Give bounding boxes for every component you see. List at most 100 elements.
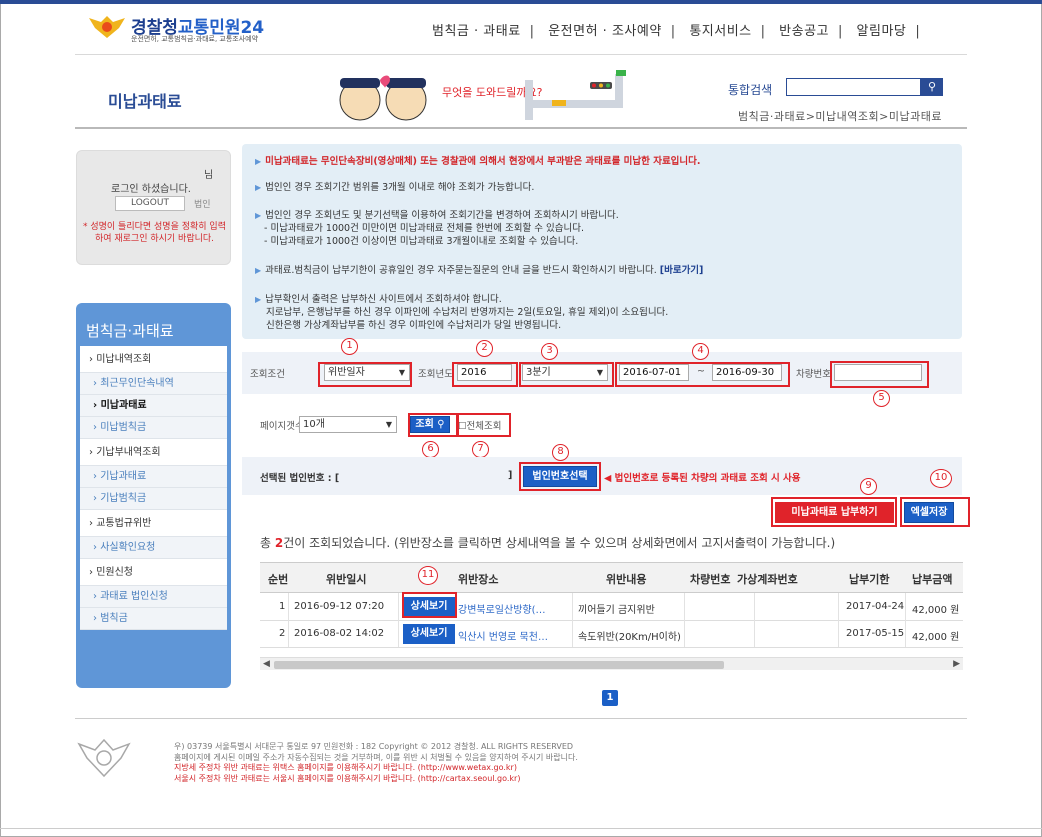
mascot-illustration-icon: 무엇을 도와드릴까요? xyxy=(339,70,626,121)
highlight-box xyxy=(615,362,790,387)
column-header: 차량번호 xyxy=(690,573,731,586)
search-label: 통합검색 xyxy=(728,83,773,97)
result-summary: 총 2건이 조회되었습니다. (위반장소를 클릭하면 상세내역을 볼 수 있으며… xyxy=(260,536,836,550)
footer-email-policy: 홈페이지에 게시된 이메일 주소가 자동수집되는 것을 거부하며, 이를 위반 … xyxy=(174,752,578,762)
lnb-item-unpaid-fines[interactable]: › 미납과태료 xyxy=(80,395,227,417)
table-header: 순번 위반일시 위반장소 위반내용 차량번호 가상계좌번호 납부기한 납부금액 xyxy=(260,563,963,593)
gnb-fines[interactable]: 범칙금 · 과태료 xyxy=(432,24,521,39)
chevron-down-icon: ▼ xyxy=(385,420,392,429)
login-message: 로그인 하셨습니다. xyxy=(111,184,191,195)
column-divider xyxy=(838,593,839,647)
paging-row: 페이지갯수 10개 ▼ 조회 ⚲ ☐전체조회 xyxy=(242,410,962,440)
left-nav: 범칙금·과태료 › 미납내역조회 › 최근무인단속내역 › 미납과태료 › 미납… xyxy=(76,303,231,688)
highlight-box xyxy=(452,362,518,387)
gnb-license[interactable]: 운전면허 · 조사예약 xyxy=(548,24,662,39)
corp-number-note: ◀ 법인번호로 등록된 차량의 과태료 조회 시 사용 xyxy=(604,473,801,484)
lnb-item-unpaid-inquiry[interactable]: › 미납내역조회 xyxy=(80,346,227,373)
lnb-item-violations[interactable]: › 교통법규위반 xyxy=(80,510,227,537)
column-header: 위반장소 xyxy=(458,573,499,586)
payment-amount: 42,000 원 xyxy=(912,605,960,616)
corp-number-close: ] xyxy=(508,470,513,481)
marker-2: 2 xyxy=(476,340,493,357)
marker-9: 9 xyxy=(860,478,877,495)
notice-box: ▶ 미납과태료는 무인단속장비(영상매체) 또는 경찰관에 의해서 현장에서 부과… xyxy=(242,144,962,339)
marker-7: 7 xyxy=(472,441,489,458)
lnb-item-fact-check[interactable]: › 사실확인요청 xyxy=(80,537,227,559)
table-row: 2 2016-08-02 14:02 상세보기 익산시 번영로 묵천… 속도위반… xyxy=(260,621,963,648)
horizontal-scrollbar[interactable]: ◀ ▶ xyxy=(260,657,963,670)
logout-button[interactable]: LOGOUT xyxy=(115,196,185,211)
violation-place-link[interactable]: 익산시 번영로 묵천… xyxy=(458,628,568,643)
breadcrumb: 범칙금·과태료>미납내역조회>미납과태료 xyxy=(738,110,942,123)
footer-wetax-notice: 지방세 주정차 위반 과태료는 위택스 홈페이지를 이용해주시기 바랍니다. (… xyxy=(174,763,517,772)
column-header: 가상계좌번호 xyxy=(737,573,798,586)
left-nav-title: 범칙금·과태료 xyxy=(86,322,174,340)
marker-10: 10 xyxy=(930,469,952,488)
page-count-label: 페이지갯수 xyxy=(260,421,304,432)
search-button[interactable]: ⚲ xyxy=(921,78,943,96)
left-nav-list: › 미납내역조회 › 최근무인단속내역 › 미납과태료 › 미납범칙금 › 기납… xyxy=(80,346,227,630)
due-date: 2017-05-15 xyxy=(846,628,905,639)
column-divider xyxy=(905,593,906,647)
highlight-box xyxy=(519,462,601,491)
column-header: 위반일시 xyxy=(326,573,367,586)
site-logo[interactable]: 경찰청교통민원24 운전면허, 교통범칙금·과태료, 교통조사예약 xyxy=(87,12,287,46)
search-input[interactable] xyxy=(786,78,921,96)
page-1-button[interactable]: 1 xyxy=(602,690,618,706)
notice-line: - 미납과태료가 1000건 이상이면 미납과태료 3개월이내로 조회할 수 있… xyxy=(264,236,579,247)
login-warning: * 성명이 틀리다면 성명을 정확히 입력하여 재로그인 하시기 바랍니다. xyxy=(82,222,226,244)
lnb-item-unpaid-penalty[interactable]: › 미납범칙금 xyxy=(80,417,227,439)
header-divider xyxy=(75,54,967,55)
due-date: 2017-04-24 xyxy=(846,601,905,612)
footer-seoul-notice: 서울시 주정차 위반 과태료는 서울시 홈페이지를 이용해주시기 바랍니다. (… xyxy=(174,773,521,783)
violation-content: 끼어들기 금지위반 xyxy=(578,605,655,616)
scroll-left-icon[interactable]: ◀ xyxy=(263,659,270,669)
column-divider xyxy=(572,593,573,647)
marker-3: 3 xyxy=(541,343,558,360)
faq-link[interactable]: [바로가기] xyxy=(660,265,704,276)
highlight-box xyxy=(771,497,897,527)
column-header: 순번 xyxy=(268,573,289,586)
violation-datetime: 2016-09-12 07:20 xyxy=(294,601,385,612)
top-accent-bar xyxy=(0,0,1042,4)
marker-1: 1 xyxy=(341,338,358,355)
violation-datetime: 2016-08-02 14:02 xyxy=(294,628,385,639)
login-username-suffix: 님 xyxy=(204,170,214,181)
notice-line: - 미납과태료가 1000건 미만이면 미납과태료 전체를 한번에 조회할 수 … xyxy=(264,223,585,234)
detail-view-button[interactable]: 상세보기 xyxy=(403,624,455,644)
lnb-item-recent-enforcement[interactable]: › 최근무인단속내역 xyxy=(80,373,227,395)
lnb-item-paid-fines[interactable]: › 기납과태료 xyxy=(80,466,227,488)
gnb-returned[interactable]: 반송공고 xyxy=(779,24,829,39)
footer-address: 우) 03739 서울특별시 서대문구 통일로 97 민원전화 : 182 Co… xyxy=(174,742,574,751)
table-row: 1 2016-09-12 07:20 상세보기 강변북로일산방향(… 끼어들기 … xyxy=(260,594,963,621)
title-divider xyxy=(75,127,967,129)
highlight-box xyxy=(408,413,458,437)
lnb-item-paid-penalty[interactable]: › 기납범칙금 xyxy=(80,488,227,510)
notice-line: ▶ 법인인 경우 조회년도 및 분기선택을 이용하여 조회기간을 변경하여 조회하… xyxy=(255,210,619,221)
gnb-notify[interactable]: 통지서비스 xyxy=(689,24,751,39)
column-divider xyxy=(398,593,399,647)
user-type-label: 법인 xyxy=(194,200,211,210)
row-number: 2 xyxy=(279,628,286,639)
car-number-label: 차량번호 xyxy=(796,369,831,380)
marker-6: 6 xyxy=(422,441,439,458)
logo-subtitle: 운전면허, 교통범칙금·과태료, 교통조사예약 xyxy=(131,35,259,43)
notice-line: ▶ 법인인 경우 조회기간 범위를 3개월 이내로 해야 조회가 가능합니다. xyxy=(255,182,535,193)
lnb-item-corp-request[interactable]: › 과태료 법인신청 xyxy=(80,586,227,608)
violation-place-link[interactable]: 강변북로일산방향(… xyxy=(458,601,568,616)
global-nav: 범칙금 · 과태료 | 운전면허 · 조사예약 | 통지서비스 | 반송공고 | 알림마… xyxy=(432,24,921,39)
login-box: 님 로그인 하셨습니다. LOGOUT 법인 * 성명이 틀리다면 성명을 정확… xyxy=(76,150,231,265)
violation-content: 속도위반(20Km/H이하) xyxy=(578,632,681,643)
condition-label: 조회조건 xyxy=(250,369,285,380)
scroll-right-icon[interactable]: ▶ xyxy=(953,659,960,669)
gnb-notice[interactable]: 알림마당 xyxy=(857,24,907,39)
lnb-item-petition[interactable]: › 민원신청 xyxy=(80,559,227,586)
scrollbar-thumb[interactable] xyxy=(274,661,724,669)
marker-11: 11 xyxy=(418,566,438,585)
lnb-item-penalty[interactable]: › 범칙금 xyxy=(80,608,227,630)
lnb-item-paid-inquiry[interactable]: › 기납부내역조회 xyxy=(80,439,227,466)
highlight-box xyxy=(457,413,511,437)
page-count-select[interactable]: 10개 ▼ xyxy=(299,416,397,433)
bottom-divider xyxy=(0,828,1042,829)
results-table: 순번 위반일시 위반장소 위반내용 차량번호 가상계좌번호 납부기한 납부금액 … xyxy=(260,562,963,670)
